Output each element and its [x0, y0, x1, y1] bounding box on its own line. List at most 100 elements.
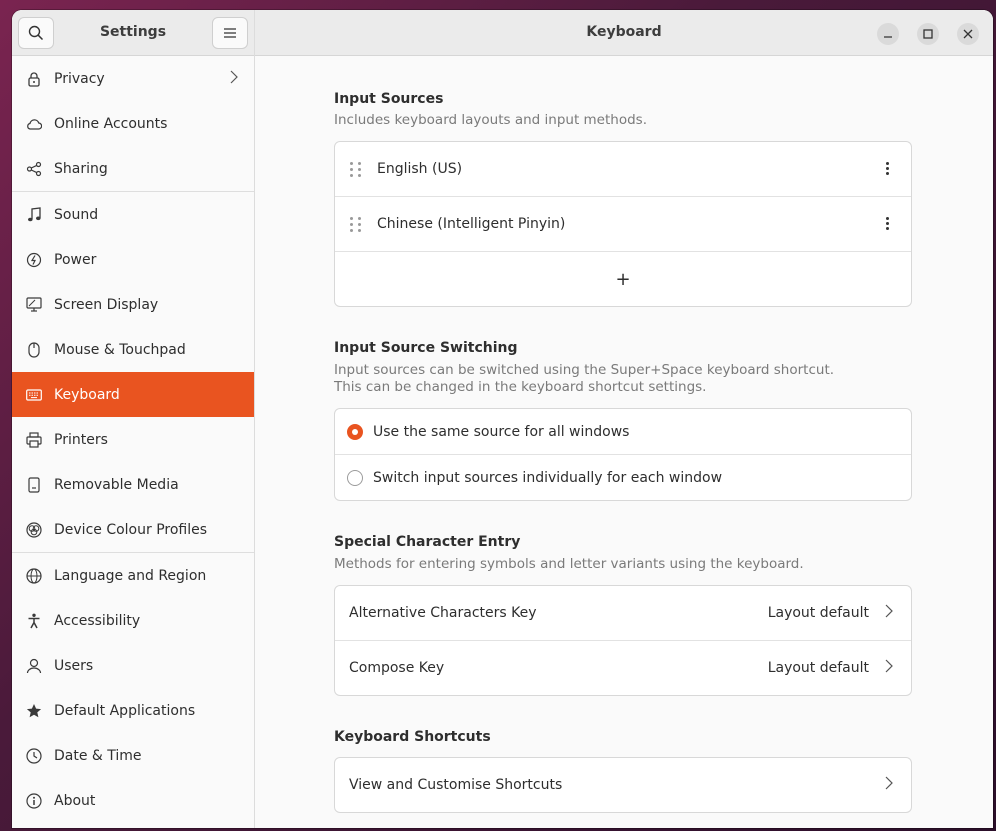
sidebar-item-label: Sharing — [54, 160, 108, 177]
maximize-icon — [923, 29, 933, 39]
close-icon — [963, 29, 973, 39]
removable-media-icon — [26, 476, 42, 493]
input-source-row[interactable]: Chinese (Intelligent Pinyin) — [335, 197, 911, 252]
close-button[interactable] — [957, 23, 979, 45]
chevron-right-icon — [885, 659, 893, 677]
printer-icon — [26, 431, 42, 448]
sidebar-item-label: Removable Media — [54, 476, 179, 493]
sidebar-item-label: About — [54, 792, 96, 809]
sidebar-header: Settings — [12, 10, 254, 56]
main-header: Keyboard — [255, 10, 993, 56]
keyboard-settings-content: Input Sources Includes keyboard layouts … — [334, 56, 912, 813]
switching-options: Use the same source for all windows Swit… — [334, 408, 912, 501]
subtitle-line: This can be changed in the keyboard shor… — [334, 379, 707, 395]
sidebar-item-removable-media[interactable]: Removable Media — [12, 462, 254, 507]
sidebar-item-language-region[interactable]: Language and Region — [12, 553, 254, 598]
radio-label: Use the same source for all windows — [373, 423, 630, 440]
subtitle-line: Input sources can be switched using the … — [334, 362, 835, 378]
chevron-right-icon — [885, 776, 893, 794]
menu-button[interactable] — [212, 17, 248, 49]
input-source-label: Chinese (Intelligent Pinyin) — [377, 216, 566, 232]
settings-window: Settings Privacy Online Accounts Sharing… — [12, 10, 993, 828]
radio-label: Switch input sources individually for ea… — [373, 469, 723, 486]
sidebar-item-users[interactable]: Users — [12, 643, 254, 688]
user-icon — [26, 658, 42, 674]
special-character-list: Alternative Characters Key Layout defaul… — [334, 585, 912, 696]
input-sources-list: English (US) Chinese (Intelligent Pinyin… — [334, 141, 912, 307]
add-input-source-button[interactable]: + — [335, 252, 911, 306]
sidebar-item-label: Sound — [54, 206, 99, 223]
sidebar-item-date-time[interactable]: Date & Time — [12, 733, 254, 778]
drag-handle-icon[interactable] — [350, 216, 362, 232]
sidebar-item-about[interactable]: About — [12, 778, 254, 823]
main-pane: Keyboard Input Sources Includes keyboard… — [255, 10, 993, 828]
sidebar-nav: Privacy Online Accounts Sharing Sound Po… — [12, 56, 254, 823]
power-icon — [26, 252, 42, 268]
section-subtitle: Input sources can be switched using the … — [334, 362, 912, 396]
section-title: Special Character Entry — [334, 534, 521, 550]
drag-handle-icon[interactable] — [350, 161, 362, 177]
special-character-section: Special Character Entry Methods for ente… — [334, 534, 912, 696]
cloud-icon — [26, 116, 42, 132]
section-title: Keyboard Shortcuts — [334, 729, 491, 745]
sidebar-item-printers[interactable]: Printers — [12, 417, 254, 462]
input-source-label: English (US) — [377, 161, 463, 177]
sidebar-item-label: Printers — [54, 431, 108, 448]
row-label: Alternative Characters Key — [349, 605, 537, 621]
row-label: Compose Key — [349, 660, 445, 676]
kebab-menu-icon[interactable] — [886, 162, 889, 175]
chevron-right-icon — [230, 70, 238, 88]
info-icon — [26, 792, 42, 809]
sidebar-item-label: Date & Time — [54, 747, 142, 764]
sidebar-item-sharing[interactable]: Sharing — [12, 146, 254, 191]
accessibility-icon — [26, 613, 42, 629]
minimize-button[interactable] — [877, 23, 899, 45]
keyboard-shortcuts-section: Keyboard Shortcuts View and Customise Sh… — [334, 729, 912, 813]
share-icon — [26, 161, 42, 177]
radio-option-individual[interactable]: Switch input sources individually for ea… — [335, 455, 911, 500]
sidebar-item-default-applications[interactable]: Default Applications — [12, 688, 254, 733]
maximize-button[interactable] — [917, 23, 939, 45]
sidebar-item-screen-display[interactable]: Screen Display — [12, 282, 254, 327]
mouse-icon — [26, 341, 42, 358]
row-value: Layout default — [767, 660, 869, 676]
sidebar-item-label: Language and Region — [54, 567, 207, 584]
sidebar-item-label: Device Colour Profiles — [54, 521, 208, 538]
view-customise-shortcuts-row[interactable]: View and Customise Shortcuts — [335, 758, 911, 812]
sidebar-item-label: Keyboard — [54, 386, 120, 403]
section-subtitle: Includes keyboard layouts and input meth… — [334, 112, 647, 128]
sidebar-item-label: Power — [54, 251, 97, 268]
section-title: Input Sources — [334, 91, 444, 107]
kebab-menu-icon[interactable] — [886, 217, 889, 230]
sidebar-item-mouse-touchpad[interactable]: Mouse & Touchpad — [12, 327, 254, 372]
sidebar-item-privacy[interactable]: Privacy — [12, 56, 254, 101]
sidebar-item-power[interactable]: Power — [12, 237, 254, 282]
sidebar-item-label: Mouse & Touchpad — [54, 341, 186, 358]
minimize-icon — [884, 36, 892, 38]
music-note-icon — [26, 206, 42, 223]
input-source-row[interactable]: English (US) — [335, 142, 911, 197]
alternative-characters-key-row[interactable]: Alternative Characters Key Layout defaul… — [335, 586, 911, 641]
row-value: Layout default — [767, 605, 869, 621]
sidebar: Settings Privacy Online Accounts Sharing… — [12, 10, 255, 828]
globe-icon — [26, 567, 42, 584]
sidebar-item-label: Users — [54, 657, 94, 674]
sidebar-item-keyboard[interactable]: Keyboard — [12, 372, 254, 417]
sidebar-item-label: Default Applications — [54, 702, 196, 719]
sidebar-item-sound[interactable]: Sound — [12, 192, 254, 237]
row-label: View and Customise Shortcuts — [349, 777, 563, 793]
sidebar-item-label: Accessibility — [54, 612, 141, 629]
radio-button[interactable] — [347, 469, 363, 486]
radio-button[interactable] — [347, 423, 363, 440]
keyboard-icon — [26, 387, 42, 403]
radio-option-same-source[interactable]: Use the same source for all windows — [335, 409, 911, 455]
section-title: Input Source Switching — [334, 340, 518, 356]
sidebar-item-label: Privacy — [54, 70, 105, 87]
compose-key-row[interactable]: Compose Key Layout default — [335, 641, 911, 695]
section-subtitle: Methods for entering symbols and letter … — [334, 556, 804, 572]
colour-profile-icon — [26, 521, 42, 538]
sidebar-item-accessibility[interactable]: Accessibility — [12, 598, 254, 643]
input-source-switching-section: Input Source Switching Input sources can… — [334, 340, 912, 501]
sidebar-item-device-colour-profiles[interactable]: Device Colour Profiles — [12, 507, 254, 552]
sidebar-item-online-accounts[interactable]: Online Accounts — [12, 101, 254, 146]
